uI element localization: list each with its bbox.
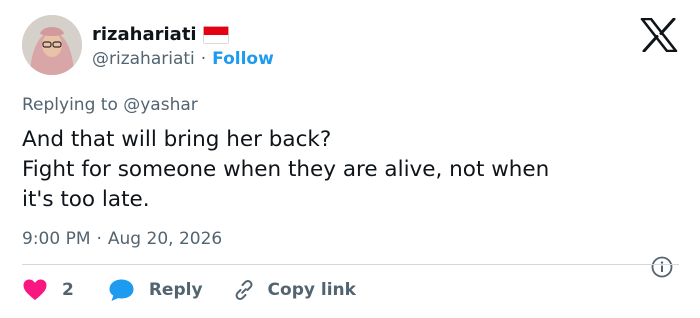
tweet-date[interactable]: Aug 20, 2026 — [108, 229, 222, 249]
tweet-meta: 9:00 PM · Aug 20, 2026 — [22, 229, 222, 249]
indonesia-flag-icon — [202, 25, 229, 44]
tweet-time[interactable]: 9:00 PM — [22, 229, 91, 249]
replying-to: Replying to @yashar — [22, 95, 198, 115]
follow-button[interactable]: Follow — [212, 49, 274, 69]
action-bar: 2 Reply Copy link — [22, 278, 356, 302]
like-button[interactable]: 2 — [22, 278, 74, 302]
reply-bubble-icon — [109, 279, 134, 301]
copy-link-button[interactable]: Copy link — [203, 279, 356, 301]
user-handle[interactable]: @rizahariati — [92, 49, 195, 69]
name-row: rizahariati — [92, 24, 229, 45]
tweet-card: rizahariati @rizahariati · Follow Replyi… — [0, 0, 700, 318]
tweet-line: Fight for someone when they are alive, n… — [22, 157, 550, 182]
replying-prefix: Replying to — [22, 95, 118, 115]
divider — [22, 264, 679, 265]
replying-mention[interactable]: @yashar — [123, 95, 198, 115]
link-icon — [235, 280, 252, 300]
like-count: 2 — [62, 280, 74, 300]
tweet-line: And that will bring her back? — [22, 127, 332, 152]
reply-label: Reply — [148, 280, 203, 300]
x-logo-icon[interactable] — [640, 18, 678, 52]
avatar[interactable] — [22, 15, 82, 75]
separator-dot: · — [200, 49, 207, 69]
tweet-line: it's too late. — [22, 187, 150, 212]
copy-link-label: Copy link — [267, 280, 356, 300]
separator-dot: · — [96, 229, 102, 249]
display-name[interactable]: rizahariati — [92, 24, 197, 45]
heart-icon — [23, 279, 47, 300]
avatar-image — [22, 15, 82, 75]
handle-row: @rizahariati · Follow — [92, 49, 274, 69]
tweet-text: And that will bring her back? Fight for … — [22, 125, 672, 215]
reply-button[interactable]: Reply — [74, 278, 203, 302]
info-icon[interactable] — [651, 256, 673, 278]
